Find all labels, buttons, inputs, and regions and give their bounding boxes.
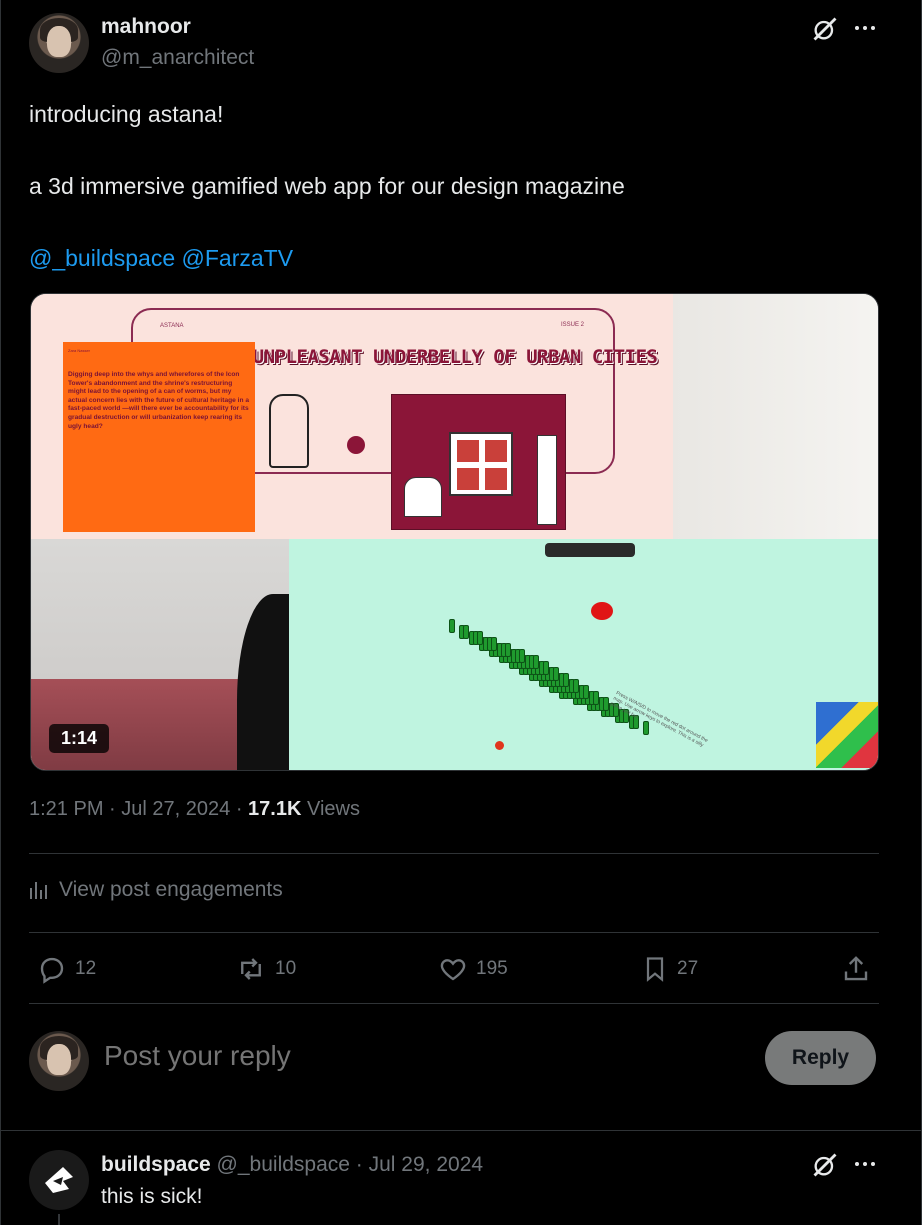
article-author: Zara Nasser xyxy=(68,348,91,353)
post-text-line: a 3d immersive gamified web app for our … xyxy=(29,173,625,199)
magazine-logo-tile xyxy=(816,702,878,768)
tree-shape xyxy=(463,625,469,639)
repost-action[interactable]: 10 xyxy=(235,948,296,990)
tree-shape xyxy=(491,637,497,651)
tree-grid xyxy=(449,599,669,749)
reply-icon xyxy=(40,957,64,984)
tree-shape xyxy=(593,691,599,705)
mention-link[interactable]: @FarzaTV xyxy=(182,245,294,271)
reply-input[interactable] xyxy=(104,1040,704,1072)
post-text: introducing astana! a 3d immersive gamif… xyxy=(29,96,889,276)
video-player[interactable]: ASTANA ISSUE 2 THE UNPLEASANT UNDERBELLY… xyxy=(30,293,879,771)
analytics-icon xyxy=(30,882,47,899)
more-options-icon[interactable] xyxy=(853,1156,877,1172)
author-handle[interactable]: @m_anarchitect xyxy=(101,46,254,70)
heart-icon xyxy=(440,959,466,981)
video-duration: 1:14 xyxy=(49,724,110,753)
magazine-name: ASTANA xyxy=(160,323,184,329)
tree-shape xyxy=(477,631,483,645)
illustration-panel xyxy=(391,394,566,530)
post-time[interactable]: 1:21 PM xyxy=(29,798,103,820)
reply-author-name[interactable]: buildspace xyxy=(101,1153,211,1176)
tree-shape xyxy=(519,649,525,663)
tree-shape xyxy=(449,619,455,633)
post-meta: 1:21 PM · Jul 27, 2024 · 17.1K Views xyxy=(29,798,360,820)
game-toolbar xyxy=(545,543,635,557)
tree-shape xyxy=(533,655,539,669)
tree-shape xyxy=(603,697,609,711)
like-count: 195 xyxy=(476,958,508,979)
reply-text: this is sick! xyxy=(101,1185,203,1208)
mention-link[interactable]: @_buildspace xyxy=(29,245,175,271)
post-detail: mahnoor @m_anarchitect introducing astan… xyxy=(0,0,922,1225)
reply-date[interactable]: Jul 29, 2024 xyxy=(369,1153,483,1176)
author-name[interactable]: mahnoor xyxy=(101,15,191,39)
views-count: 17.1K xyxy=(248,798,302,820)
share-icon xyxy=(844,956,868,981)
bookmark-count: 27 xyxy=(677,958,699,979)
reply-count: 12 xyxy=(75,958,97,979)
reply-action[interactable]: 12 xyxy=(37,948,96,990)
views-label: Views xyxy=(306,798,360,820)
bookmark-icon xyxy=(646,957,664,982)
article-excerpt: Digging deep into the whys and wherefore… xyxy=(68,371,249,430)
reply-author-handle[interactable]: @_buildspace xyxy=(217,1153,350,1176)
repost-icon xyxy=(241,958,261,980)
reply-button[interactable]: Reply xyxy=(765,1031,876,1085)
tree-shape xyxy=(543,661,549,675)
buildspace-logo-icon xyxy=(45,1167,73,1193)
more-options-icon[interactable] xyxy=(853,20,877,36)
tree-shape xyxy=(583,685,589,699)
grok-icon[interactable] xyxy=(811,1151,839,1179)
action-bar: 12 10 195 27 xyxy=(29,948,879,990)
post-date[interactable]: Jul 27, 2024 xyxy=(121,798,230,820)
user-avatar[interactable] xyxy=(29,1031,89,1091)
divider xyxy=(1,1130,922,1131)
bookmark-action[interactable]: 27 xyxy=(641,948,698,990)
buildspace-avatar[interactable] xyxy=(29,1150,89,1210)
game-map: Press W/A/S/D to move the red dot around… xyxy=(289,539,878,770)
player-dot xyxy=(495,741,504,750)
author-avatar[interactable] xyxy=(29,13,89,73)
tree-shape xyxy=(563,673,569,687)
thread-line xyxy=(58,1214,60,1225)
view-engagements-link[interactable]: View post engagements xyxy=(29,878,283,902)
magazine-title: THE UNPLEASANT UNDERBELLY OF URBAN CITIE… xyxy=(209,346,658,368)
reply-header: buildspace @_buildspace · Jul 29, 2024 xyxy=(101,1153,484,1176)
post-text-line: introducing astana! xyxy=(29,101,224,127)
article-excerpt-box: Zara Nasser Digging deep into the whys a… xyxy=(63,342,255,532)
like-action[interactable]: 195 xyxy=(438,948,508,990)
lantern-illustration xyxy=(269,394,309,468)
grok-icon[interactable] xyxy=(811,15,839,43)
engagements-label: View post engagements xyxy=(59,878,283,901)
repost-count: 10 xyxy=(275,958,297,979)
pin-icon xyxy=(347,436,365,454)
divider xyxy=(29,932,879,933)
tree-shape xyxy=(505,643,511,657)
tree-shape xyxy=(553,667,559,681)
share-action[interactable] xyxy=(841,948,871,990)
magazine-issue: ISSUE 2 xyxy=(561,322,585,328)
divider xyxy=(29,853,879,854)
tree-shape xyxy=(573,679,579,693)
divider xyxy=(29,1003,879,1004)
